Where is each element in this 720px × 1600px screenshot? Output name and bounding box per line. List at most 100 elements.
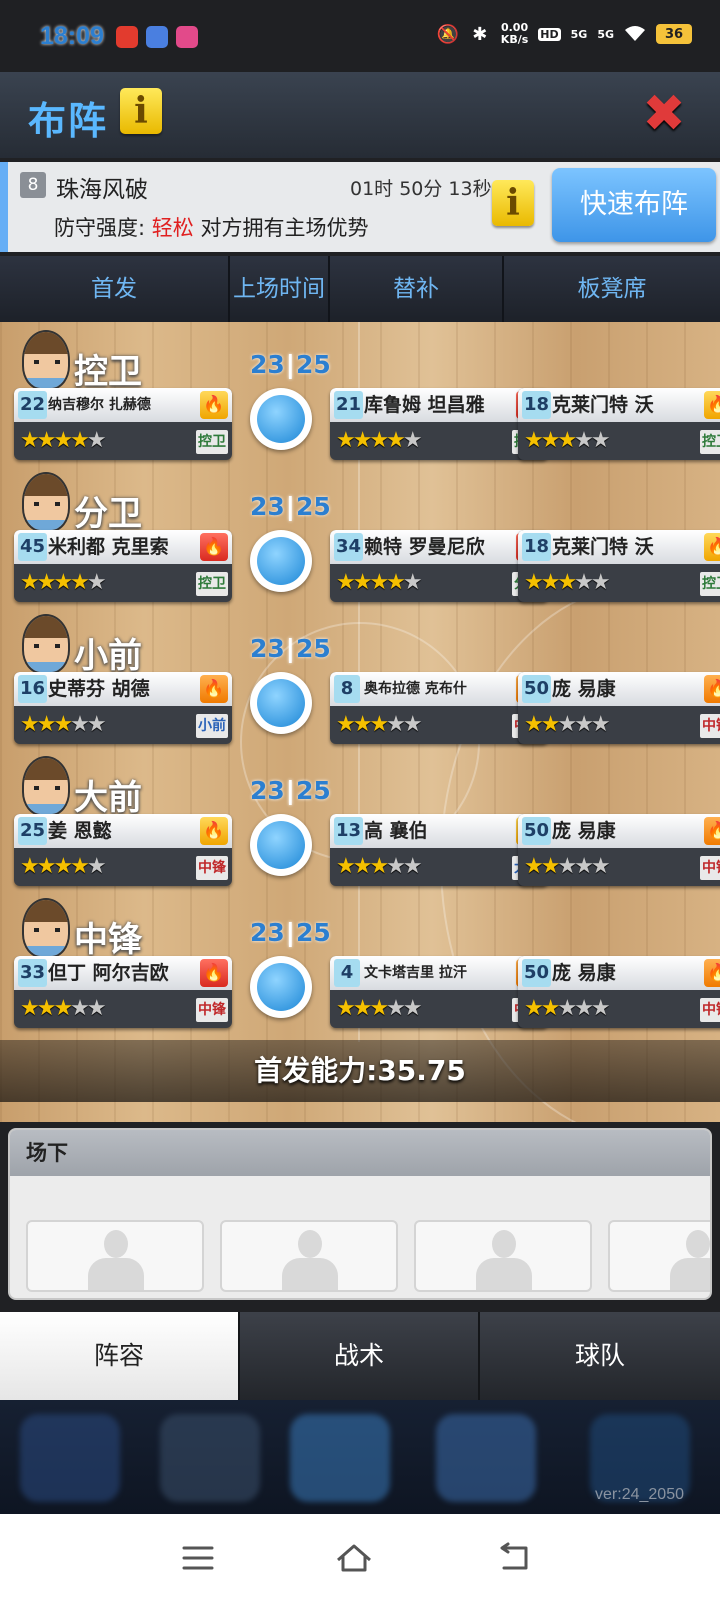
substitute-player-card[interactable]: 21库鲁姆 坦昌雅🔥★★★★★控卫 [330,388,548,460]
starter-player-card[interactable]: 22 纳吉穆尔 扎赫德 🔥 ★★★★★ 控卫 [14,388,232,460]
player-name: 克莱门特 沃 [552,394,654,416]
rating-stars: ★★★★★ [524,712,611,737]
position-tag: 中锋 [196,856,228,880]
substitute-player-card[interactable]: 13高 襄伯🔥★★★★★大前 [330,814,548,886]
home-icon[interactable] [334,1540,374,1576]
rating-stars: ★★★★★ [524,570,611,595]
player-name: 库鲁姆 坦昌雅 [364,394,485,416]
bench-slot[interactable] [608,1220,710,1292]
position-tag: 中锋 [700,714,720,738]
position-row: 大前 23|25 25姜 恩懿 🔥 ★★★★★ 中锋 13高 襄伯🔥★★★★★大前50庞 易… [0,752,720,886]
defense-strength: 防守强度: 轻松 对方拥有主场优势 [54,216,369,240]
player-portrait[interactable] [22,614,70,674]
clock: 18:09 [40,22,104,50]
bench-slot[interactable] [220,1220,398,1292]
player-name: 高 襄伯 [364,820,428,842]
player-portrait[interactable] [22,756,70,816]
notification-icons [116,26,198,48]
playing-time: 23|25 [250,350,331,379]
substitute-player-card[interactable]: 50庞 易康 🔥 ★★★★★ 中锋 [518,956,720,1028]
rating-stars: ★★★★★ [524,428,611,453]
player-portrait[interactable] [22,472,70,532]
position-tag: 中锋 [196,998,228,1022]
close-icon[interactable]: ✖ [640,88,688,140]
jersey-number: 34 [334,533,364,561]
jersey-number: 18 [522,533,552,561]
tab-team[interactable]: 球队 [480,1312,720,1400]
player-name: 奥布拉德 克布什 [364,681,467,697]
starter-player-card[interactable]: 33 但丁 阿尔吉欧 🔥 ★★★★★ 中锋 [14,956,232,1028]
chat-icon[interactable] [436,1414,536,1502]
team-icon[interactable] [290,1414,390,1502]
playing-time-dial[interactable] [250,672,312,734]
form-flame-icon: 🔥 [200,391,228,419]
position-label: 大前 [74,778,142,818]
player-portrait[interactable] [22,330,70,390]
jersey-number: 21 [334,391,364,419]
substitute-player-card[interactable]: 34赖特 罗曼尼欣🔥★★★★★分卫 [330,530,548,602]
version-label: ver:24_2050 [595,1486,684,1503]
position-tag: 控卫 [196,430,228,454]
tab-substitutes[interactable]: 替补 [330,256,504,322]
substitute-player-card[interactable]: 50庞 易康 🔥 ★★★★★ 中锋 [518,672,720,744]
page-title: 布阵 [28,99,109,143]
system-nav-bar [0,1514,720,1600]
playing-time-dial[interactable] [250,956,312,1018]
playing-time-dial[interactable] [250,530,312,592]
starter-player-card[interactable]: 45 米利都 克里索 🔥 ★★★★★ 控卫 [14,530,232,602]
substitute-player-card[interactable]: 50庞 易康 🔥 ★★★★★ 中锋 [518,814,720,886]
bottom-tabs: 阵容 战术 球队 [0,1312,720,1400]
player-name: 庞 易康 [552,962,616,984]
playing-time-dial[interactable] [250,814,312,876]
star-icon[interactable] [20,1414,120,1502]
player-name: 但丁 阿尔吉欧 [48,962,169,984]
info-icon[interactable]: i [492,180,534,226]
tab-bench[interactable]: 板凳席 [504,256,720,322]
position-label: 分卫 [74,494,142,534]
playing-time: 23|25 [250,776,331,805]
tab-lineup[interactable]: 阵容 [0,1312,240,1400]
form-flame-icon: 🔥 [200,959,228,987]
starter-player-card[interactable]: 25 姜 恩懿 🔥 ★★★★★ 中锋 [14,814,232,886]
info-icon[interactable]: i [120,88,162,134]
match-countdown: 01时 50分 13秒 [350,178,492,200]
starter-player-card[interactable]: 16 史蒂芬 胡德 🔥 ★★★★★ 小前 [14,672,232,744]
substitute-player-card[interactable]: 8奥布拉德 克布什🔥★★★★★中锋 [330,672,548,744]
bench-slot[interactable] [26,1220,204,1292]
bench-slot[interactable] [414,1220,592,1292]
player-name: 庞 易康 [552,678,616,700]
substitute-player-card[interactable]: 18克莱门特 沃 🔥 ★★★★★ 控卫 [518,530,720,602]
tab-playing-time[interactable]: 上场时间 [230,256,330,322]
rating-stars: ★★★★★ [524,854,611,879]
form-flame-icon: 🔥 [704,533,720,561]
position-label: 中锋 [74,920,142,960]
substitute-player-card[interactable]: 4文卡塔吉里 拉汗🔥★★★★★中锋 [330,956,548,1028]
tab-starters[interactable]: 首发 [0,256,230,322]
mute-bell-icon: 🔕 [436,23,460,45]
player-portrait[interactable] [22,898,70,958]
substitute-player-card[interactable]: 18克莱门特 沃 🔥 ★★★★★ 控卫 [518,388,720,460]
quick-formation-button[interactable]: 快速布阵 [552,168,716,242]
playing-time: 23|25 [250,634,331,663]
position-tag: 控卫 [196,572,228,596]
tab-tactics[interactable]: 战术 [240,1312,480,1400]
position-tag: 中锋 [700,856,720,880]
status-icons: 🔕 ✱ 0.00 KB/s HD 5G 5G 36 [437,22,692,46]
opponent-level-badge: 8 [20,172,46,198]
starting-power: 首发能力:35.75 [0,1040,720,1102]
player-name: 克莱门特 沃 [552,536,654,558]
match-info-panel: 8 珠海风破 01时 50分 13秒 i 防守强度: 轻松 对方拥有主场优势 快… [0,162,720,252]
jersey-number: 8 [334,675,360,703]
formation-subtabs: 首发 上场时间 替补 板凳席 [0,256,720,322]
yen-icon[interactable] [160,1414,260,1502]
back-icon[interactable] [494,1540,534,1576]
jersey-number: 50 [522,959,552,987]
menu-icon[interactable] [178,1540,218,1576]
opponent-name: 珠海风破 [56,177,148,203]
jersey-number: 33 [18,959,48,987]
playing-time: 23|25 [250,492,331,521]
position-label: 小前 [74,636,142,676]
jersey-number: 22 [18,391,48,419]
app-notification-icon [146,26,168,48]
playing-time-dial[interactable] [250,388,312,450]
